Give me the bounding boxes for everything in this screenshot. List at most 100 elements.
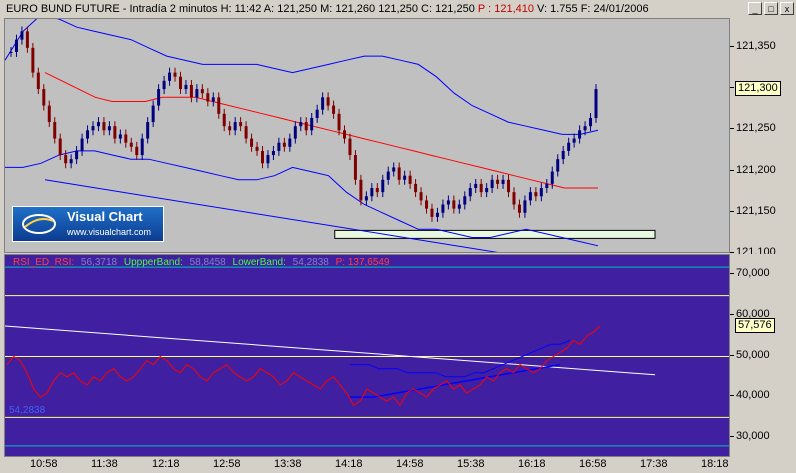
candle-body bbox=[485, 188, 489, 193]
candle-body bbox=[539, 188, 543, 197]
candle-body bbox=[375, 188, 379, 193]
candle-body bbox=[343, 130, 347, 139]
candle-body bbox=[359, 179, 363, 201]
window-controls: _ □ x bbox=[748, 2, 794, 15]
close-button[interactable]: x bbox=[780, 2, 794, 15]
price-tick-label: 121,200 bbox=[730, 163, 776, 176]
time-tick-label: 12:18 bbox=[152, 458, 180, 470]
candle-body bbox=[80, 138, 84, 151]
candle-body bbox=[271, 150, 275, 156]
candle-body bbox=[58, 138, 62, 156]
candle-body bbox=[435, 212, 439, 217]
candle-body bbox=[348, 138, 352, 156]
candle-body bbox=[250, 138, 254, 147]
rsi-tick-label: 50,000 bbox=[730, 348, 770, 361]
candle-body bbox=[96, 122, 100, 127]
candle-body bbox=[200, 89, 204, 94]
candle-body bbox=[206, 93, 210, 102]
candle-body bbox=[594, 89, 598, 118]
rsi-legend: RSI_ED_RSI: 56,3718 UppperBand: 58,8458 … bbox=[13, 257, 394, 268]
time-tick-label: 15:38 bbox=[457, 458, 485, 470]
candle-body bbox=[157, 89, 161, 106]
candle-body bbox=[392, 167, 396, 172]
candle-body bbox=[353, 155, 357, 180]
candle-body bbox=[195, 89, 199, 98]
candle-body bbox=[315, 109, 319, 118]
candle-body bbox=[528, 192, 532, 201]
candle-body bbox=[189, 84, 193, 98]
upper-band-legend-label: UppperBand: bbox=[123, 257, 183, 268]
candle-body bbox=[162, 80, 166, 90]
current-rsi-label: 57,576 bbox=[735, 317, 775, 333]
candle-body bbox=[452, 200, 456, 209]
title-bar: EURO BUND FUTURE - Intradía 2 minutos H:… bbox=[0, 0, 796, 18]
open-value: A: 121,250 bbox=[263, 3, 318, 15]
maximize-button[interactable]: □ bbox=[764, 2, 778, 15]
high-time: H: 11:42 bbox=[220, 3, 262, 15]
candle-body bbox=[517, 204, 521, 213]
candle-body bbox=[178, 76, 182, 90]
candle-body bbox=[255, 146, 259, 151]
candle-body bbox=[42, 89, 46, 106]
candle-body bbox=[490, 179, 494, 189]
candle-body bbox=[282, 142, 286, 147]
candle-body bbox=[381, 179, 385, 193]
candle-body bbox=[91, 126, 95, 131]
candle-body bbox=[567, 142, 571, 151]
candle-body bbox=[25, 31, 29, 48]
candle-body bbox=[496, 179, 500, 184]
price-tick-label: 121,250 bbox=[730, 122, 776, 135]
candle-body bbox=[419, 192, 423, 201]
rsi-tick-label: 40,000 bbox=[730, 389, 770, 402]
time-tick-label: 18:18 bbox=[701, 458, 729, 470]
candle-body bbox=[364, 196, 368, 201]
candle-body bbox=[545, 183, 549, 189]
volume-value: V: 1.755 bbox=[537, 3, 578, 15]
candle-body bbox=[151, 105, 155, 123]
candle-body bbox=[326, 97, 330, 106]
rsi-tick-label: 30,000 bbox=[730, 429, 770, 442]
candle-body bbox=[310, 117, 314, 131]
candle-body bbox=[501, 179, 505, 184]
candle-body bbox=[14, 39, 18, 52]
time-tick-label: 14:58 bbox=[396, 458, 424, 470]
time-tick-label: 11:38 bbox=[91, 458, 118, 470]
candle-body bbox=[211, 97, 215, 102]
current-price-label: 121,300 bbox=[735, 81, 781, 97]
candle-body bbox=[523, 200, 527, 213]
candle-body bbox=[556, 159, 560, 172]
candle-body bbox=[463, 196, 467, 205]
candle-body bbox=[479, 183, 483, 193]
rsi-tick-label: 70,000 bbox=[730, 267, 770, 280]
max-value: M: 121,260 bbox=[320, 3, 376, 15]
candle-body bbox=[321, 97, 325, 110]
candle-body bbox=[457, 204, 461, 209]
candle-body bbox=[75, 150, 79, 160]
candle-body bbox=[53, 122, 57, 139]
candle-body bbox=[20, 31, 24, 40]
candle-body bbox=[408, 175, 412, 184]
rsi-panel[interactable]: RSI_ED_RSI: 56,3718 UppperBand: 58,8458 … bbox=[4, 254, 730, 457]
time-tick-label: 16:18 bbox=[518, 458, 546, 470]
candle-body bbox=[299, 122, 303, 127]
candle-body bbox=[425, 200, 429, 209]
minimize-button[interactable]: _ bbox=[748, 2, 762, 15]
candle-body bbox=[572, 138, 576, 143]
upper-band-legend-value: 58,8458 bbox=[189, 257, 226, 268]
rsi-chart[interactable] bbox=[5, 255, 730, 457]
candle-body bbox=[239, 122, 243, 127]
candle-body bbox=[583, 126, 587, 131]
candle-body bbox=[113, 126, 117, 139]
min-value: 121,250 bbox=[378, 3, 418, 15]
candle-body bbox=[47, 105, 51, 123]
price-tick-label: 121,350 bbox=[730, 39, 776, 52]
candle-body bbox=[107, 126, 111, 131]
candle-body bbox=[512, 192, 516, 205]
candle-body bbox=[168, 72, 172, 81]
rsi-legend-label: RSI_ED_RSI: bbox=[13, 257, 75, 268]
candle-body bbox=[550, 171, 554, 184]
candle-body bbox=[217, 97, 221, 114]
candle-body bbox=[36, 72, 40, 90]
close-value: C: 121,250 bbox=[421, 3, 475, 15]
time-tick-label: 10:58 bbox=[30, 458, 58, 470]
